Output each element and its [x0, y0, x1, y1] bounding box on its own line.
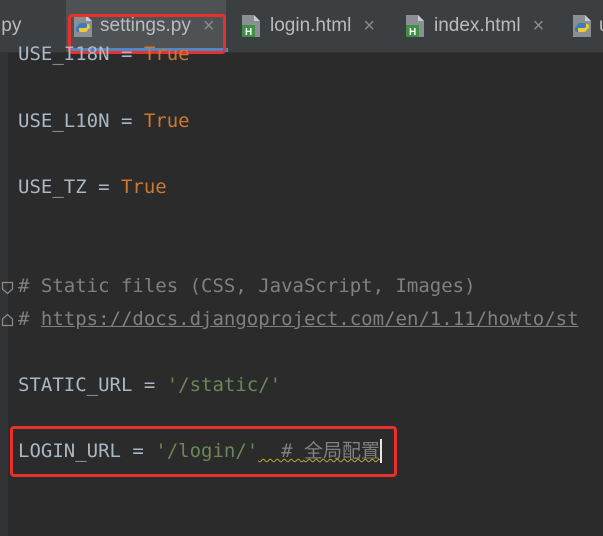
string-value: '/static/'	[166, 374, 282, 396]
code-line-use-tz: USE_TZ = True	[18, 175, 167, 199]
fold-end-icon[interactable]	[1, 313, 14, 327]
tab-label: .py	[0, 15, 22, 36]
code-line-static-url: STATIC_URL = '/static/'	[18, 373, 281, 397]
tab-login-html[interactable]: H login.html ×	[240, 0, 375, 52]
operator: =	[109, 43, 144, 65]
variable-name: USE_I18N	[18, 43, 110, 65]
variable-name: USE_TZ	[18, 176, 87, 198]
svg-text:H: H	[245, 27, 252, 38]
keyword-value: True	[143, 43, 190, 65]
close-icon[interactable]: ×	[533, 15, 545, 38]
code-line-use-l10n: USE_L10N = True	[18, 109, 190, 133]
tab-label: index.html	[434, 15, 521, 36]
code-line-docs-link: # https://docs.djangoproject.com/en/1.11…	[18, 307, 579, 331]
tab-partial-py[interactable]: u	[571, 0, 603, 52]
fold-start-icon[interactable]	[1, 281, 14, 295]
comment-hash: #	[18, 308, 41, 330]
operator: =	[109, 110, 144, 132]
tab-label: u	[599, 15, 603, 37]
python-file-icon	[573, 15, 591, 37]
close-icon[interactable]: ×	[363, 15, 375, 38]
html-file-icon: H	[406, 15, 424, 38]
variable-name: USE_L10N	[18, 110, 110, 132]
login-url-highlight-box	[10, 426, 397, 477]
keyword-value: True	[120, 176, 167, 198]
html-file-icon: H	[242, 15, 260, 38]
keyword-value: True	[143, 110, 190, 132]
operator: =	[132, 374, 167, 396]
variable-name: STATIC_URL	[18, 374, 133, 396]
code-line-use-i18n: USE_I18N = True	[18, 42, 190, 66]
svg-text:H: H	[409, 27, 416, 38]
tab-label: login.html	[270, 15, 352, 36]
tab-index-html[interactable]: H index.html ×	[404, 0, 544, 52]
code-line-static-comment: # Static files (CSS, JavaScript, Images)	[18, 274, 476, 298]
comment-text: # Static files (CSS, JavaScript, Images)	[18, 275, 476, 297]
docs-link[interactable]: https://docs.djangoproject.com/en/1.11/h…	[41, 308, 579, 330]
operator: =	[86, 176, 121, 198]
